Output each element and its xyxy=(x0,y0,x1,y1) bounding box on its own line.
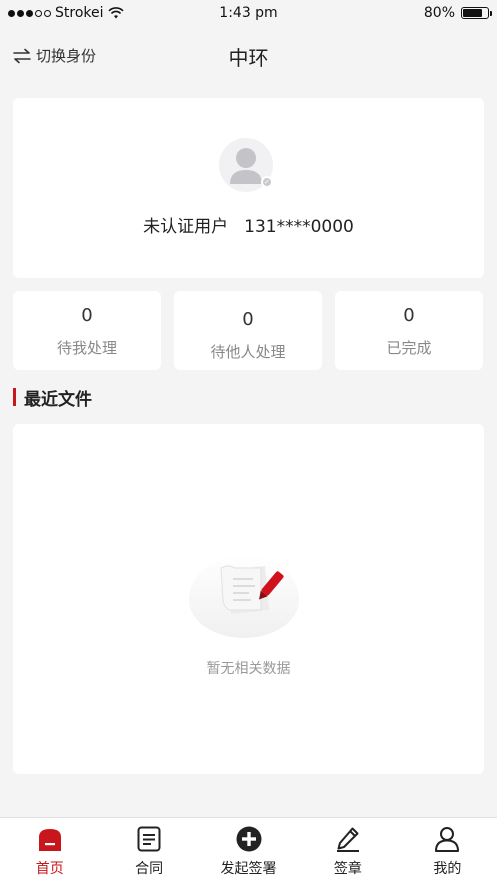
stat-count: 0 xyxy=(81,305,93,326)
pen-icon xyxy=(336,827,359,852)
empty-state-text: 暂无相关数据 xyxy=(206,661,291,677)
tab-label: 签章 xyxy=(333,861,362,877)
tab-label: 首页 xyxy=(35,861,64,877)
check-badge-icon: ✓ xyxy=(261,176,273,188)
stat-card-pending-others[interactable]: 0 待他人处理 xyxy=(174,291,322,370)
profile-card[interactable]: ✓ 未认证用户 131****0000 xyxy=(13,98,484,278)
plus-circle-icon xyxy=(236,826,262,852)
profile-info: 未认证用户 131****0000 xyxy=(13,212,484,237)
empty-document-icon xyxy=(220,565,284,614)
status-bar-right: 80% xyxy=(423,5,492,21)
status-time: 1:43 pm xyxy=(219,5,278,21)
tab-initiate-sign[interactable]: 发起签署 xyxy=(199,818,298,883)
stat-count: 0 xyxy=(242,309,254,330)
battery-percent: 80% xyxy=(423,5,455,21)
section-accent-bar xyxy=(13,388,16,406)
tab-mine[interactable]: 我的 xyxy=(398,818,497,883)
nav-bar: 切换身份 中环 xyxy=(0,36,497,76)
stat-label: 待我处理 xyxy=(56,339,117,357)
tab-seal[interactable]: 签章 xyxy=(298,818,397,883)
tab-label: 发起签署 xyxy=(220,861,277,877)
contract-icon xyxy=(137,826,161,852)
swap-arrows-icon xyxy=(13,48,31,63)
stat-card-completed[interactable]: 0 已完成 xyxy=(335,291,483,370)
phone-number: 131****0000 xyxy=(244,217,354,237)
stat-label: 已完成 xyxy=(386,339,432,357)
bottom-tab-bar: 首页 合同 发起签署 签章 我的 xyxy=(0,817,497,883)
stat-card-pending-me[interactable]: 0 待我处理 xyxy=(13,291,161,370)
user-icon xyxy=(435,827,460,852)
stat-label: 待他人处理 xyxy=(210,343,286,361)
status-bar: Strokei 1:43 pm 80% xyxy=(0,0,497,26)
recent-files-card: 暂无相关数据 xyxy=(13,424,484,774)
tab-label: 我的 xyxy=(433,861,462,877)
battery-icon xyxy=(461,7,492,19)
tab-home[interactable]: 首页 xyxy=(0,818,99,883)
recent-files-heading: 最近文件 xyxy=(13,386,92,410)
stat-count: 0 xyxy=(403,305,415,326)
switch-identity-label: 切换身份 xyxy=(36,47,97,65)
tab-contract[interactable]: 合同 xyxy=(99,818,198,883)
section-title: 最近文件 xyxy=(24,389,92,410)
home-icon xyxy=(38,829,61,851)
tab-label: 合同 xyxy=(135,861,164,877)
battery-level xyxy=(463,9,483,17)
verification-status: 未认证用户 xyxy=(143,217,229,237)
switch-identity-button[interactable]: 切换身份 xyxy=(12,45,96,66)
